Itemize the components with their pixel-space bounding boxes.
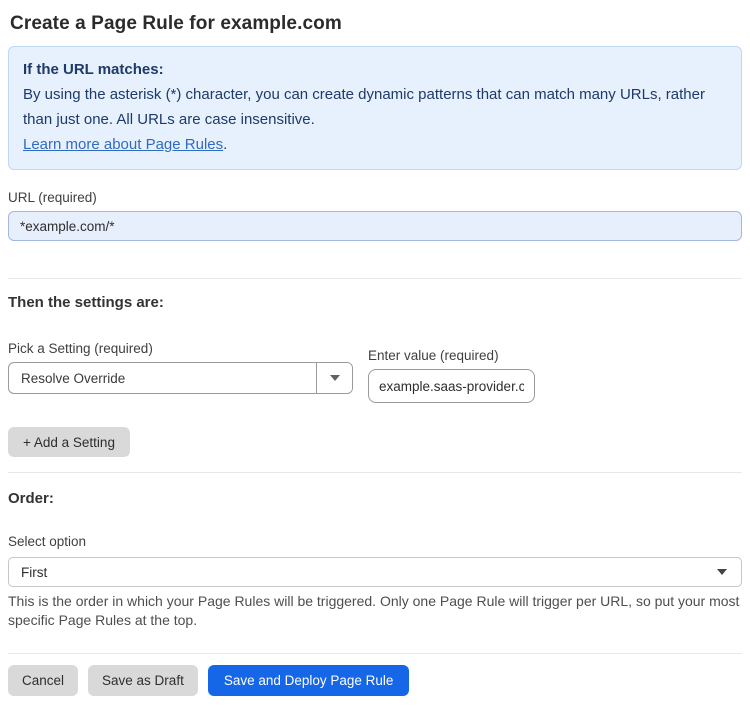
url-input[interactable] bbox=[8, 211, 742, 241]
caret-down-icon bbox=[329, 375, 340, 381]
order-select-label: Select option bbox=[8, 534, 87, 549]
section-divider bbox=[8, 278, 742, 279]
settings-section-heading: Then the settings are: bbox=[8, 294, 164, 311]
save-draft-button[interactable]: Save as Draft bbox=[88, 665, 198, 696]
setting-picker-column: Pick a Setting (required) Resolve Overri… bbox=[8, 321, 353, 394]
order-section-heading: Order: bbox=[8, 490, 54, 507]
setting-value-column: Enter value (required) bbox=[368, 328, 535, 403]
create-page-rule-panel: Create a Page Rule for example.com If th… bbox=[0, 0, 750, 716]
info-box-link-row: Learn more about Page Rules. bbox=[23, 132, 727, 157]
info-box-body: By using the asterisk (*) character, you… bbox=[23, 86, 705, 128]
section-divider bbox=[8, 472, 742, 473]
setting-value-label: Enter value (required) bbox=[368, 348, 499, 363]
url-field-label: URL (required) bbox=[8, 190, 97, 205]
caret-down-icon bbox=[717, 569, 727, 575]
setting-select-arrow-button[interactable] bbox=[316, 363, 352, 393]
order-select-value: First bbox=[21, 564, 48, 580]
cancel-button[interactable]: Cancel bbox=[8, 665, 79, 696]
footer-divider bbox=[8, 653, 742, 654]
footer-button-row: Cancel Save as Draft Save and Deploy Pag… bbox=[8, 665, 742, 696]
save-deploy-button[interactable]: Save and Deploy Page Rule bbox=[207, 665, 410, 696]
learn-more-link[interactable]: Learn more about Page Rules bbox=[23, 136, 223, 153]
order-select[interactable]: First bbox=[8, 557, 742, 587]
add-setting-button[interactable]: + Add a Setting bbox=[8, 427, 130, 457]
order-help-text: This is the order in which your Page Rul… bbox=[8, 593, 740, 628]
setting-select-value: Resolve Override bbox=[21, 370, 126, 386]
settings-row: Pick a Setting (required) Resolve Overri… bbox=[8, 321, 742, 403]
info-box-heading: If the URL matches: bbox=[23, 61, 164, 78]
setting-select[interactable]: Resolve Override bbox=[8, 362, 353, 394]
setting-picker-label: Pick a Setting (required) bbox=[8, 341, 153, 356]
link-suffix: . bbox=[223, 136, 228, 153]
page-title: Create a Page Rule for example.com bbox=[10, 13, 342, 34]
url-match-info-box: If the URL matches: By using the asteris… bbox=[8, 46, 742, 170]
setting-value-input[interactable] bbox=[368, 369, 535, 403]
